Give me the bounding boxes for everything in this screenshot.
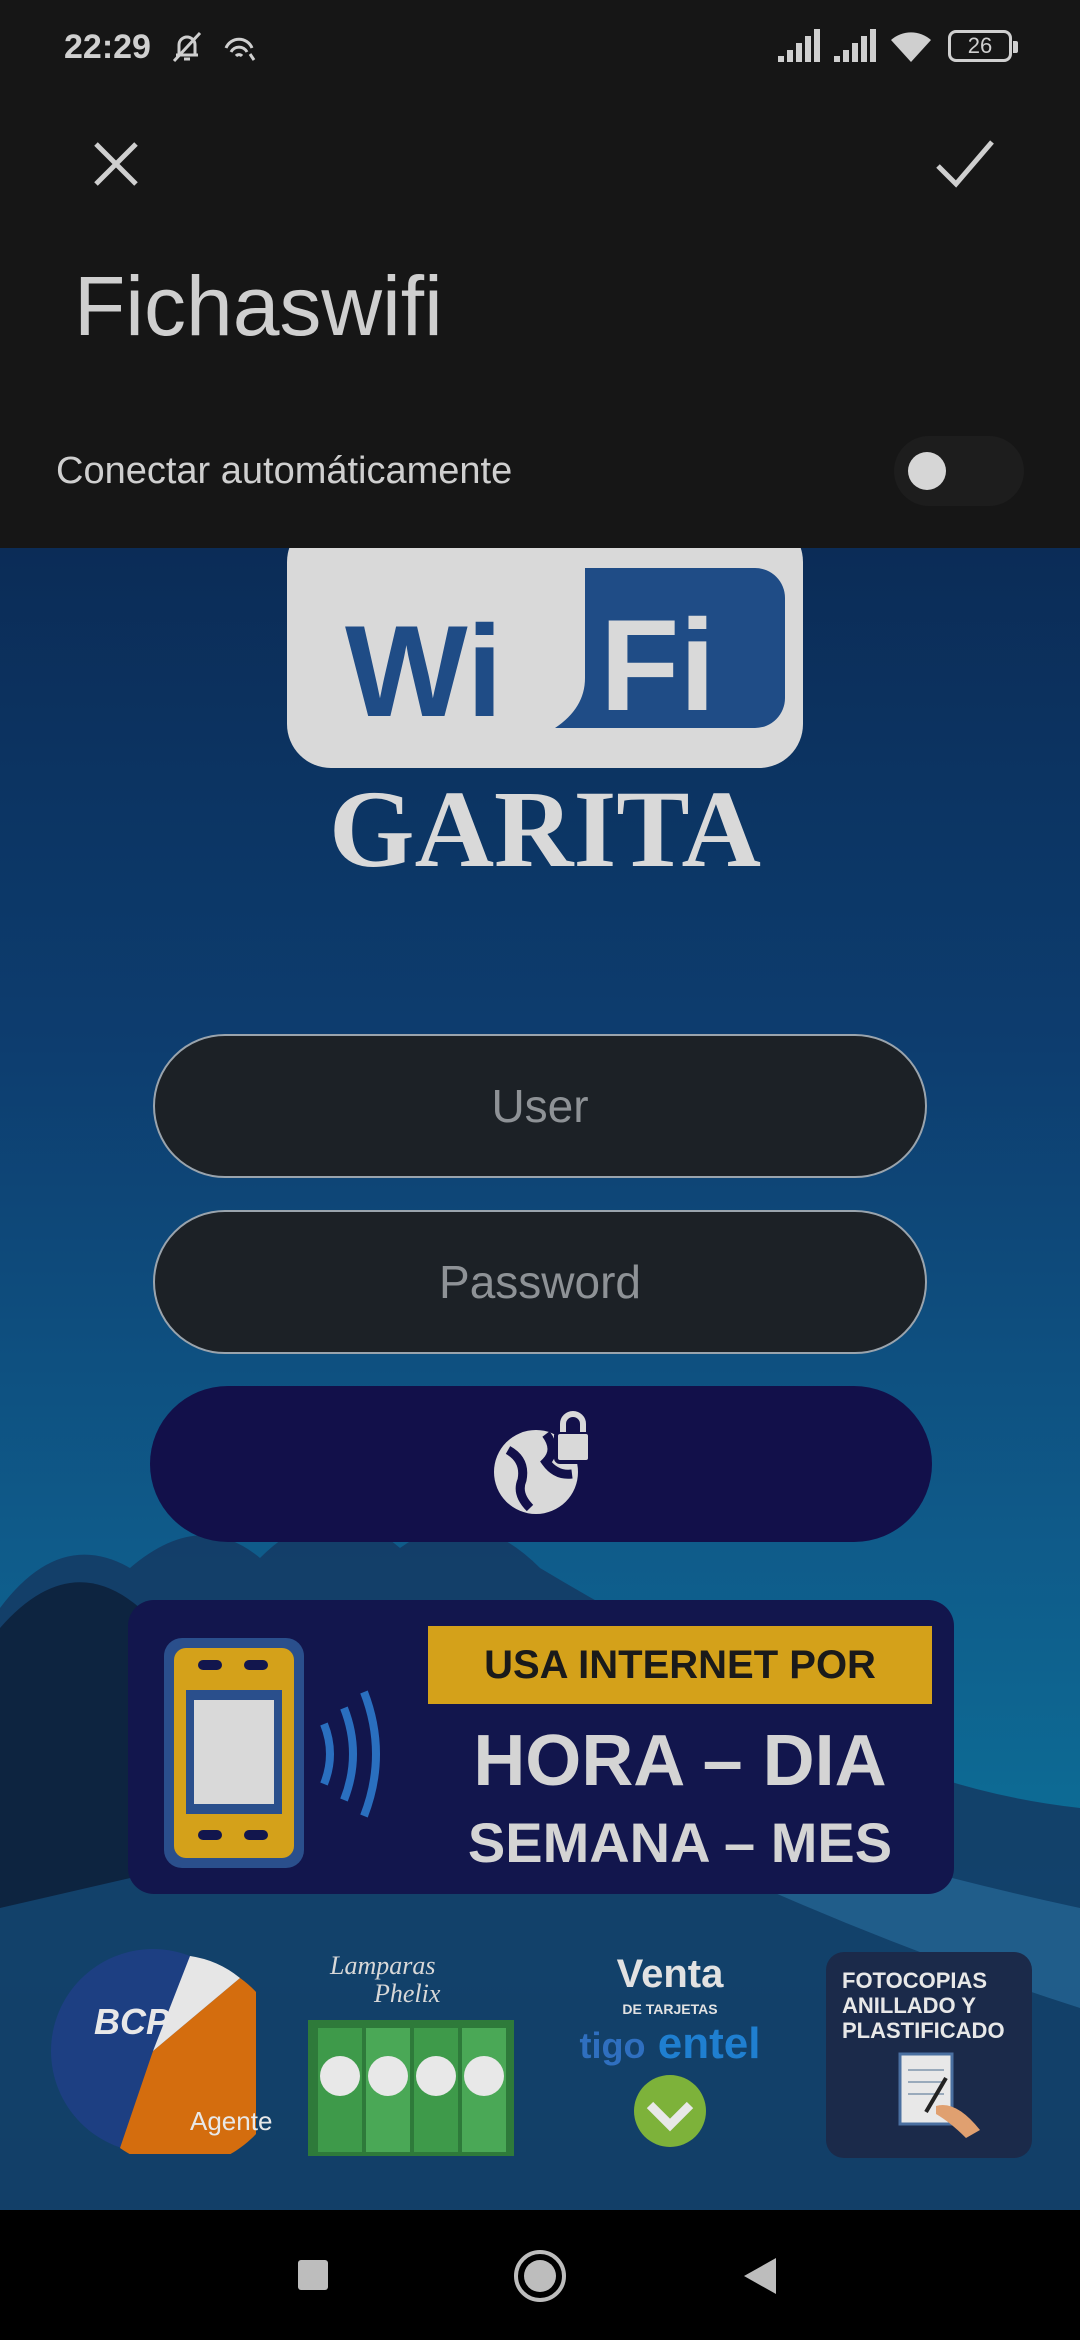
battery-icon: 26 bbox=[948, 30, 1018, 62]
globe-lock-icon bbox=[494, 1411, 592, 1514]
circle-home-icon[interactable] bbox=[512, 2246, 568, 2306]
lamp-photo bbox=[308, 2020, 514, 2156]
lamp-ad-title-2: Phelix bbox=[374, 1979, 441, 2008]
banner-line-3: SEMANA – MES bbox=[467, 1811, 893, 1874]
wifi-hotspot-icon bbox=[224, 37, 256, 61]
square-recents-icon[interactable] bbox=[296, 2246, 332, 2306]
bcp-agent-ad: BCP Agente bbox=[50, 1948, 285, 2168]
signal-icon bbox=[778, 29, 820, 62]
bcp-name: BCP bbox=[94, 2001, 171, 2042]
banner-line-2: HORA – DIA bbox=[473, 1721, 887, 1801]
venta-brands: tigo entel bbox=[572, 2019, 768, 2069]
bcp-agent-label: Agente bbox=[190, 2106, 273, 2136]
navigation-bar bbox=[0, 2210, 1080, 2340]
muted-bell-icon bbox=[172, 31, 202, 63]
check-badge-icon bbox=[634, 2075, 706, 2147]
network-name-title: Fichaswifi bbox=[74, 259, 443, 353]
lamp-ad-title-1: Lamparas bbox=[330, 1951, 436, 1980]
phone-signal-icon bbox=[164, 1638, 380, 1868]
fotocopias-text: FOTOCOPIAS ANILLADO Y PLASTIFICADO bbox=[842, 1968, 1005, 2043]
status-bar: 22:29 26 bbox=[0, 0, 1080, 96]
entel-brand: entel bbox=[657, 2019, 761, 2068]
tigo-brand: tigo bbox=[579, 2025, 646, 2066]
notebook-pen-icon bbox=[898, 2052, 980, 2138]
foto-line-1: FOTOCOPIAS bbox=[842, 1968, 988, 1993]
password-input[interactable]: Password bbox=[153, 1210, 927, 1354]
login-button[interactable] bbox=[150, 1386, 932, 1542]
foto-line-2: ANILLADO Y bbox=[842, 1993, 977, 2018]
svg-text:Wi: Wi bbox=[345, 598, 503, 744]
user-input[interactable]: User bbox=[153, 1034, 927, 1178]
toggle-knob bbox=[908, 452, 946, 490]
wifi-icon bbox=[891, 32, 931, 62]
auto-connect-label: Conectar automáticamente bbox=[56, 450, 513, 492]
captive-portal: Wi Fi GARITA User Password USA INTERNET … bbox=[0, 548, 1080, 2210]
fotocopias-ad: FOTOCOPIAS ANILLADO Y PLASTIFICADO bbox=[826, 1952, 1032, 2158]
svg-text:GARITA: GARITA bbox=[329, 768, 761, 878]
signal-icon bbox=[834, 29, 876, 62]
svg-text:Fi: Fi bbox=[600, 592, 716, 738]
venta-tarjetas-ad: Venta DE TARJETAS tigo entel bbox=[572, 1952, 768, 2154]
wifi-garita-logo: Wi Fi GARITA bbox=[287, 548, 803, 878]
foto-line-3: PLASTIFICADO bbox=[842, 2018, 1005, 2043]
check-icon[interactable] bbox=[930, 128, 1000, 198]
lamp-ad-title: Lamparas Phelix bbox=[330, 1952, 440, 2008]
triangle-back-icon[interactable] bbox=[740, 2246, 780, 2306]
status-time: 22:29 bbox=[64, 28, 151, 66]
auto-connect-toggle[interactable] bbox=[894, 436, 1024, 506]
banner-line-1: USA INTERNET POR bbox=[428, 1626, 932, 1704]
promo-banner: USA INTERNET POR HORA – DIA SEMANA – MES bbox=[128, 1600, 954, 1894]
close-icon[interactable] bbox=[82, 130, 150, 198]
venta-title: Venta bbox=[616, 1952, 724, 1996]
venta-subtitle: DE TARJETAS bbox=[622, 2001, 718, 2017]
